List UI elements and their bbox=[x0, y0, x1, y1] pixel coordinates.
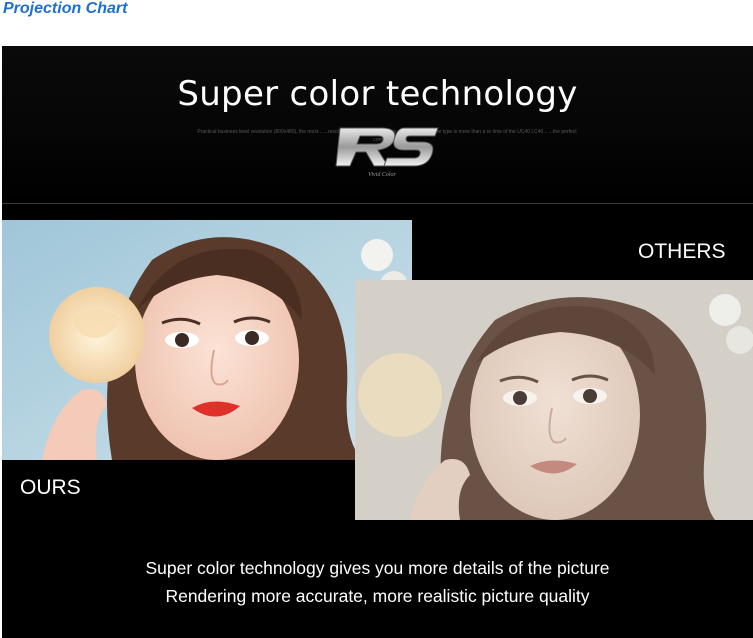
header-divider bbox=[2, 203, 753, 204]
caption-line-2: Rendering more accurate, more realistic … bbox=[165, 586, 590, 606]
logo-subtext: Vivid Color bbox=[368, 172, 396, 178]
rs-logo: Vivid Color bbox=[335, 127, 439, 178]
ours-label: OURS bbox=[20, 476, 81, 499]
others-photo bbox=[355, 280, 753, 520]
caption-line-1: Super color technology gives you more de… bbox=[145, 558, 610, 578]
projection-banner: Super color technology Practical busines… bbox=[2, 46, 753, 638]
page-heading: Projection Chart bbox=[3, 0, 128, 17]
ours-photo bbox=[2, 220, 412, 460]
banner-headline: Super color technology bbox=[177, 74, 578, 114]
others-label: OTHERS bbox=[638, 240, 726, 263]
